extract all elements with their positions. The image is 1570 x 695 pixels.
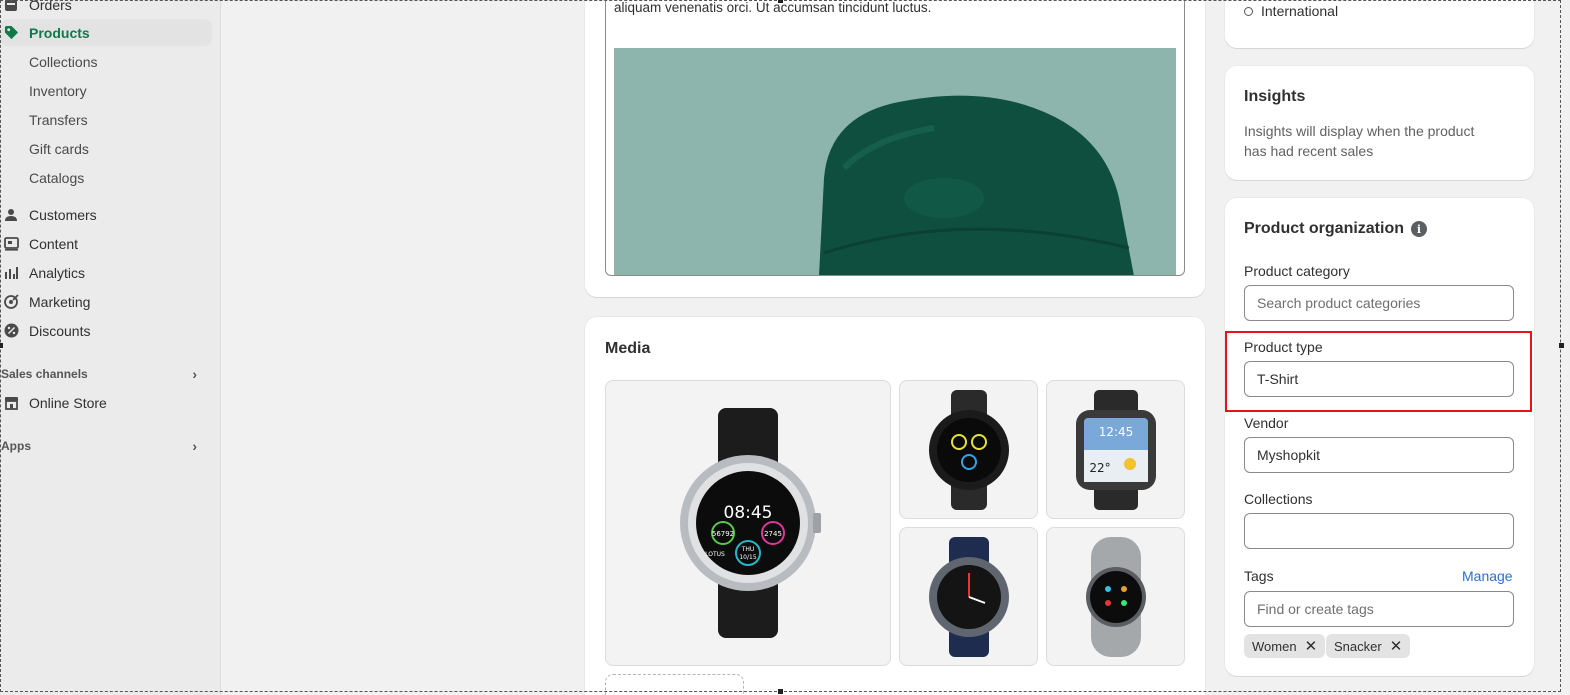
nav-gift-cards[interactable]: Gift cards — [0, 135, 212, 162]
nav-content[interactable]: Content — [0, 230, 212, 257]
product-category-label: Product category — [1244, 263, 1350, 279]
media-tile-3[interactable]: 12:45 22° — [1046, 380, 1185, 519]
product-category-input[interactable] — [1244, 285, 1514, 321]
nav-transfers[interactable]: Transfers — [0, 106, 212, 133]
watch-steps-text: 56792 — [712, 530, 734, 538]
watch-date-text: 10/15 — [739, 554, 756, 561]
product-type-label: Product type — [1244, 339, 1323, 355]
discount-icon — [3, 323, 19, 339]
nav-transfers-label: Transfers — [29, 111, 88, 128]
tag-icon — [3, 25, 19, 41]
frame-handle[interactable] — [0, 343, 3, 348]
media-tile-2[interactable] — [899, 380, 1038, 519]
nav-online-store[interactable]: Online Store — [0, 389, 212, 416]
nav-gift-cards-label: Gift cards — [29, 140, 89, 157]
media-tile-main[interactable]: 08:45 56792 2745 THU 10/15 LOTUS — [605, 380, 891, 666]
media-title: Media — [605, 340, 651, 357]
info-icon[interactable]: i — [1411, 221, 1427, 237]
sales-channels-label: Sales channels — [1, 367, 88, 381]
black-smartwatch-image — [928, 389, 1009, 510]
watch-brand-text: LOTUS — [705, 551, 725, 558]
tags-input[interactable] — [1244, 591, 1514, 627]
mesh-band-watch-image — [1085, 536, 1146, 657]
target-icon — [3, 294, 19, 310]
product-organization-card: Product organization i Product category … — [1225, 198, 1534, 676]
frame-handle[interactable] — [778, 0, 783, 3]
product-type-input[interactable]: T-Shirt — [1244, 361, 1514, 397]
nav-content-label: Content — [29, 235, 79, 252]
watch-kcal-text: 2745 — [764, 530, 782, 538]
chevron-right-icon: › — [192, 438, 197, 454]
markets-card: International — [1225, 0, 1534, 48]
vendor-label: Vendor — [1244, 415, 1289, 431]
collections-label: Collections — [1244, 491, 1313, 507]
watch-time-text: 08:45 — [724, 503, 773, 523]
gear-temp-text: 22° — [1089, 461, 1110, 475]
media-card: Media 08:45 56792 2745 THU 10/15 LOTUS 1… — [585, 317, 1205, 695]
insights-title: Insights — [1244, 88, 1306, 105]
store-icon — [3, 395, 19, 411]
insights-body: Insights will display when the product h… — [1244, 123, 1475, 159]
blue-sport-watch-image — [928, 536, 1009, 657]
manage-tags-link[interactable]: Manage — [1462, 568, 1513, 584]
nav-customers-label: Customers — [29, 206, 97, 223]
market-international[interactable]: International — [1244, 3, 1338, 19]
orders-icon — [3, 0, 19, 13]
frame-handle[interactable] — [1559, 343, 1564, 348]
bar-chart-icon — [3, 265, 19, 281]
nav-inventory-label: Inventory — [29, 82, 87, 99]
nav-collections-label: Collections — [29, 53, 98, 70]
nav-marketing-label: Marketing — [29, 293, 91, 310]
market-international-label: International — [1261, 3, 1339, 19]
nav-discounts[interactable]: Discounts — [0, 317, 212, 344]
content-icon — [3, 236, 19, 252]
nav-products-label: Products — [29, 24, 90, 41]
tag-chip-label: Women — [1252, 638, 1297, 654]
watch-day-text: THU — [741, 546, 755, 553]
radio-icon — [1244, 6, 1253, 16]
green-bucket-hat-image — [614, 48, 1176, 275]
description-text: aliquam venenatis orci. Ut accumsan tinc… — [614, 0, 932, 15]
nav-catalogs[interactable]: Catalogs — [0, 164, 212, 191]
person-icon — [3, 207, 19, 223]
nav-collections[interactable]: Collections — [0, 48, 212, 75]
gear-time-text: 12:45 — [1098, 425, 1133, 439]
remove-tag-icon[interactable]: ✕ — [1390, 639, 1403, 654]
add-media-dropzone[interactable] — [605, 674, 744, 695]
nav-discounts-label: Discounts — [29, 322, 91, 339]
remove-tag-icon[interactable]: ✕ — [1305, 639, 1318, 654]
description-editor[interactable]: aliquam venenatis orci. Ut accumsan tinc… — [605, 0, 1185, 276]
insights-card: Insights Insights will display when the … — [1225, 66, 1534, 180]
frame-handle[interactable] — [778, 689, 783, 694]
description-card: aliquam venenatis orci. Ut accumsan tinc… — [585, 0, 1205, 297]
media-tile-4[interactable] — [899, 527, 1038, 666]
sales-channels-header[interactable]: Sales channels › — [1, 364, 201, 384]
nav-inventory[interactable]: Inventory — [0, 77, 212, 104]
sidebar: Orders Products Collections Inventory Tr… — [0, 0, 221, 695]
nav-online-store-label: Online Store — [29, 394, 107, 411]
nav-orders-label: Orders — [29, 0, 72, 13]
tags-label: Tags — [1244, 568, 1274, 584]
nav-catalogs-label: Catalogs — [29, 169, 85, 186]
nav-orders[interactable]: Orders — [0, 0, 212, 18]
apps-label: Apps — [1, 439, 31, 453]
square-smartwatch-image: 12:45 22° — [1075, 389, 1156, 510]
vendor-input[interactable]: Myshopkit — [1244, 437, 1514, 473]
nav-analytics-label: Analytics — [29, 264, 86, 281]
description-image[interactable] — [614, 48, 1176, 275]
product-organization-title: Product organization — [1244, 220, 1404, 237]
nav-marketing[interactable]: Marketing — [0, 288, 212, 315]
apps-header[interactable]: Apps › — [1, 436, 201, 456]
info-icon-glyph: i — [1416, 222, 1422, 236]
tag-chip: Women ✕ — [1244, 634, 1326, 658]
lotus-watch-image: 08:45 56792 2745 THU 10/15 LOTUS — [680, 408, 821, 638]
nav-products[interactable]: Products — [0, 19, 212, 46]
tag-chip: Snacker ✕ — [1326, 634, 1411, 658]
nav-customers[interactable]: Customers — [0, 201, 212, 228]
chevron-right-icon: › — [192, 366, 197, 382]
collections-input[interactable] — [1244, 513, 1514, 549]
tag-chip-label: Snacker — [1334, 638, 1382, 654]
media-tile-5[interactable] — [1046, 527, 1185, 666]
nav-analytics[interactable]: Analytics — [0, 259, 212, 286]
